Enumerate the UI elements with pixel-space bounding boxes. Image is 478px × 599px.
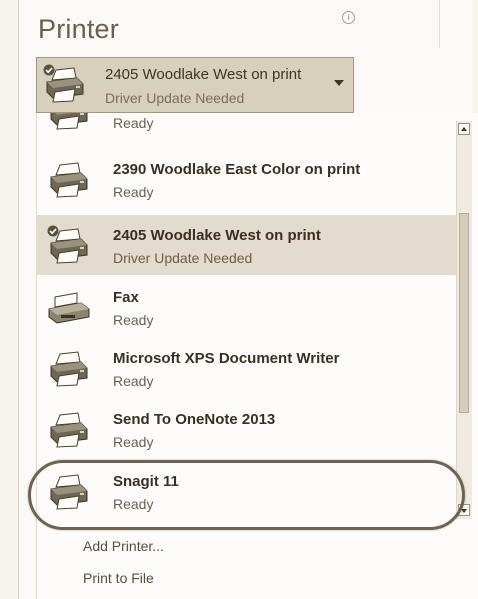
add-printer-link[interactable]: Add Printer... [83,538,164,554]
printer-icon [47,348,91,393]
printer-item[interactable]: Fax Ready [37,277,457,337]
printer-list: Ready 2390 Woodlake East Color on print … [36,113,478,599]
printer-item-selected[interactable]: 2405 Woodlake West on print Driver Updat… [37,215,457,275]
print-to-file-option[interactable]: Print to File [83,570,154,586]
default-check-icon [47,225,59,237]
info-icon[interactable]: i [342,11,355,24]
printer-list-scrollbar[interactable] [456,121,472,519]
printer-status: Ready [113,115,154,131]
selected-printer-name: 2405 Woodlake West on print [105,66,302,83]
chevron-down-icon[interactable] [334,80,344,86]
printer-name: Send To OneNote 2013 [113,411,276,428]
printer-status: Ready [113,434,154,450]
printer-item[interactable]: 2390 Woodlake East Color on print Ready [37,149,457,209]
scroll-up-arrow-icon[interactable] [458,123,470,135]
printer-status: Ready [113,184,154,200]
printer-icon [47,159,91,204]
printer-status: Ready [113,496,154,512]
printer-status: Driver Update Needed [113,250,253,266]
default-check-icon [43,64,55,76]
printer-heading: Printer [38,14,119,44]
printer-name: 2405 Woodlake West on print [113,227,321,244]
printer-item[interactable]: Snagit 11 Ready [37,461,457,521]
printer-name: 2390 Woodlake East Color on print [113,161,361,178]
scroll-thumb[interactable] [459,213,469,413]
printer-status: Ready [113,312,154,328]
printer-icon [47,113,91,136]
printer-item[interactable]: Microsoft XPS Document Writer Ready [37,338,457,398]
printer-icon [43,64,87,109]
printer-icon [47,409,91,454]
panel-divider [439,0,440,48]
fax-icon [47,287,91,332]
printer-status: Ready [113,373,154,389]
printer-name: Fax [113,289,139,306]
selected-printer-status: Driver Update Needed [105,90,245,106]
printer-name: Snagit 11 [113,473,179,490]
scroll-down-arrow-icon[interactable] [458,504,470,516]
printer-item[interactable]: Ready [37,113,457,143]
printer-item[interactable]: Send To OneNote 2013 Ready [37,399,457,459]
printer-icon [47,225,91,270]
printer-dropdown[interactable]: 2405 Woodlake West on print Driver Updat… [36,57,354,113]
printer-name: Microsoft XPS Document Writer [113,350,340,367]
printer-icon [47,471,91,516]
